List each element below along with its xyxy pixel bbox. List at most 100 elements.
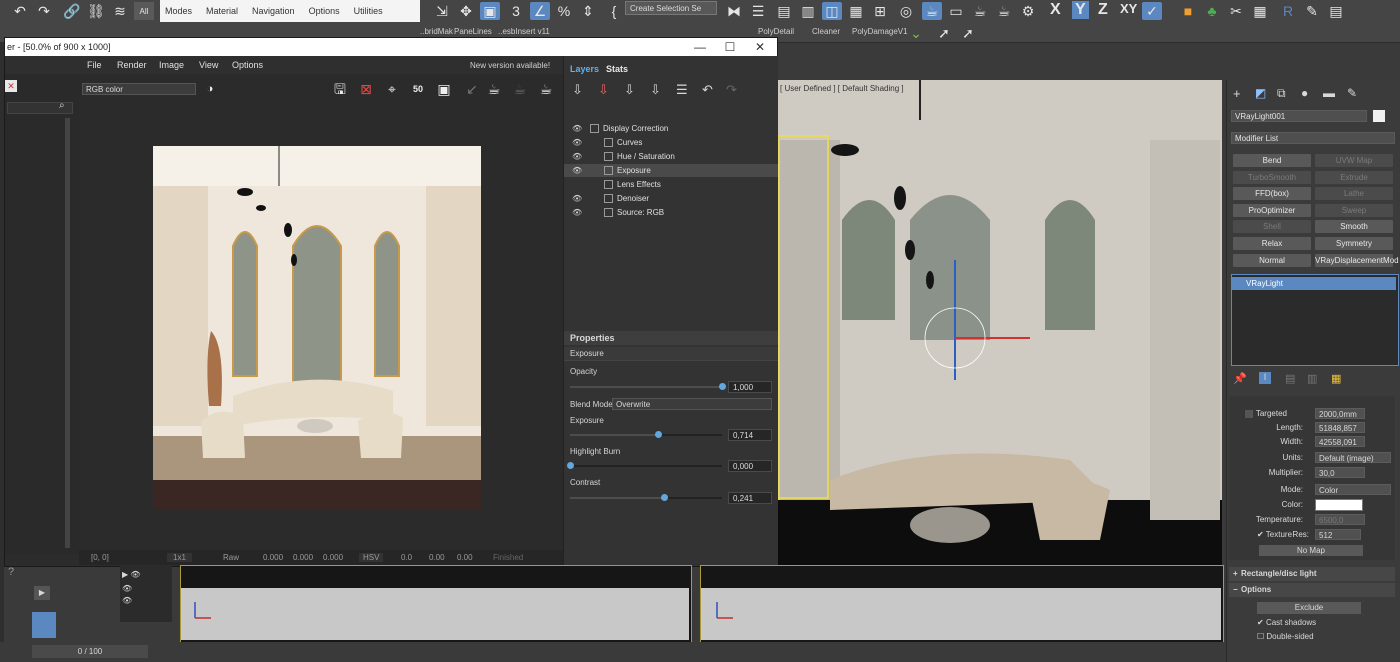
motion-tab-icon[interactable]: ● xyxy=(1301,86,1308,100)
show-end-result-icon[interactable]: I xyxy=(1259,372,1271,384)
mode-select[interactable]: Color xyxy=(1315,484,1391,495)
eye-icon[interactable]: ▶ 👁 xyxy=(122,570,141,579)
bind-space-warp-icon[interactable]: ≋ xyxy=(110,2,130,20)
dope-sheet-icon[interactable]: ▦ xyxy=(846,2,866,20)
eye-icon[interactable]: 👁 xyxy=(572,122,582,135)
redo-layer-icon[interactable]: ↷ xyxy=(726,82,737,98)
options-rollout[interactable]: − Options xyxy=(1229,583,1395,597)
eye-icon[interactable]: 👁 xyxy=(122,584,132,593)
axis-constraint-icon[interactable]: ✓ xyxy=(1142,2,1162,20)
modifier-button[interactable]: FFD(box) xyxy=(1233,187,1311,201)
bottom-right-viewport[interactable] xyxy=(700,565,1224,643)
layer-row[interactable]: 👁 Exposure xyxy=(564,164,778,177)
temperature-spinner[interactable]: 6500,0 xyxy=(1315,514,1365,525)
minimize-icon[interactable]: — xyxy=(685,38,715,56)
opacity-slider[interactable] xyxy=(570,383,726,390)
channel-select[interactable]: RGB color xyxy=(82,83,196,95)
modifier-button[interactable]: Normal xyxy=(1233,253,1311,267)
help-icon[interactable]: ? xyxy=(8,566,14,578)
axis-xy-button[interactable]: XY xyxy=(1120,1,1137,16)
rc-icon[interactable]: R xyxy=(1278,2,1298,20)
eye-icon[interactable]: 👁 xyxy=(572,164,582,177)
add-layer-icon[interactable]: ⇩ xyxy=(572,82,583,98)
render-teapot-icon[interactable]: ☕ xyxy=(970,2,990,20)
delete-layer-icon[interactable]: ⇩ xyxy=(598,82,609,98)
render-frame-icon[interactable]: ▭ xyxy=(946,2,966,20)
eye-icon[interactable]: 👁 xyxy=(572,136,582,149)
utilities-tab-icon[interactable]: ✎ xyxy=(1347,86,1357,100)
ribbon-tab-2[interactable]: PaneLines xyxy=(454,27,492,36)
railclone-icon[interactable]: ♣ xyxy=(1202,2,1222,20)
ribbon-tab-3[interactable]: ..esbInsert v11 xyxy=(498,27,550,36)
menu-utilities[interactable]: Utilities xyxy=(354,6,383,16)
layer-row[interactable]: 👁 Curves xyxy=(564,136,778,149)
modify-tab-icon[interactable]: ◩ xyxy=(1255,86,1266,100)
cursor-add-icon[interactable]: ➚ xyxy=(958,24,978,42)
modifier-button[interactable]: Bend xyxy=(1233,154,1311,167)
close-history-icon[interactable]: ✕ xyxy=(5,80,17,92)
exposure-slider-knob[interactable] xyxy=(655,431,663,438)
ribbon-tab-1[interactable]: ..bridMak xyxy=(420,27,453,36)
menu-options[interactable]: Options xyxy=(232,60,263,70)
selection-filter-dropdown[interactable]: All xyxy=(134,2,154,20)
new-version-link[interactable]: New version available! xyxy=(470,61,550,70)
width-spinner[interactable]: 42558,091 xyxy=(1315,436,1365,447)
grid-icon[interactable]: ▦ xyxy=(1250,2,1270,20)
named-selection-icon[interactable]: { xyxy=(604,2,624,20)
axis-x-button[interactable]: X xyxy=(1050,1,1061,19)
script-icon[interactable]: ✎ xyxy=(1302,2,1322,20)
save-icon[interactable]: 🖫 xyxy=(331,80,349,98)
modifier-button[interactable]: ProOptimizer xyxy=(1233,203,1311,217)
search-icon[interactable]: ⌕ xyxy=(59,100,65,111)
select-icon[interactable]: ⇲ xyxy=(432,2,452,20)
layer-row[interactable]: 👁 Source: RGB xyxy=(564,206,778,219)
layer-row[interactable]: 👁 Denoiser xyxy=(564,192,778,205)
ribbon-tab-cleaner[interactable]: Cleaner xyxy=(812,27,840,36)
multiplier-spinner[interactable]: 30,0 xyxy=(1315,467,1365,478)
render-active-icon[interactable]: ☕ xyxy=(994,2,1014,20)
display-tab-icon[interactable]: ▬ xyxy=(1323,86,1335,100)
viewport-label[interactable]: [ User Defined ] [ Default Shading ] xyxy=(780,84,904,93)
render-setup-icon[interactable]: ☕ xyxy=(922,2,942,20)
layer-row[interactable]: 👁 Hue / Saturation xyxy=(564,150,778,163)
redo-icon[interactable]: ↷ xyxy=(34,2,54,20)
layer-list-icon[interactable]: ☰ xyxy=(676,82,688,98)
modifier-button[interactable]: Relax xyxy=(1233,237,1311,250)
tab-layers[interactable]: Layers xyxy=(570,64,599,74)
save-layers-icon[interactable]: ⇩ xyxy=(624,82,635,98)
no-map-button[interactable]: No Map xyxy=(1259,545,1363,556)
percent-snap-icon[interactable]: % xyxy=(554,2,574,20)
opacity-spinner[interactable]: 1,000 xyxy=(728,381,772,393)
modifier-button[interactable]: TurboSmooth xyxy=(1233,170,1311,184)
snap-3d-icon[interactable]: 3 xyxy=(506,2,526,20)
hierarchy-tab-icon[interactable]: ⧉ xyxy=(1277,86,1286,101)
eye-icon[interactable]: 👁 xyxy=(572,192,582,205)
pixel-ratio-select[interactable]: 1x1 xyxy=(167,553,192,562)
highlight-burn-slider-knob[interactable] xyxy=(567,462,574,469)
menu-render[interactable]: Render xyxy=(117,60,147,70)
list-icon[interactable]: ▤ xyxy=(1326,2,1346,20)
undo-layer-icon[interactable]: ↶ xyxy=(702,82,713,98)
eye-icon[interactable]: 👁 xyxy=(572,150,582,163)
time-slider[interactable]: 0 / 100 xyxy=(32,645,148,658)
menu-image[interactable]: Image xyxy=(159,60,184,70)
track-mouse-icon[interactable]: ▣ xyxy=(435,80,453,98)
layer-row[interactable]: 👁 Display Correction xyxy=(564,122,778,135)
load-layers-icon[interactable]: ⇩ xyxy=(650,82,661,98)
zoom-badge[interactable]: 50 xyxy=(409,80,427,98)
pick-icon[interactable]: ↙ xyxy=(463,80,481,98)
render-teapot-icon[interactable]: ☕ xyxy=(485,80,503,98)
unlink-icon[interactable]: ⛓ xyxy=(86,2,106,20)
close-icon[interactable]: ✕ xyxy=(745,38,775,56)
modifier-button[interactable]: UVW Map xyxy=(1315,154,1393,167)
create-tab-icon[interactable]: + xyxy=(1233,86,1241,101)
bottom-left-viewport[interactable] xyxy=(180,565,692,643)
vfb-canvas[interactable] xyxy=(79,104,563,550)
remove-modifier-icon[interactable]: ▥ xyxy=(1307,372,1317,385)
modifier-list-select[interactable]: Modifier List xyxy=(1231,132,1395,144)
perspective-viewport[interactable] xyxy=(770,80,1222,595)
interactive-render-icon[interactable]: ☕ xyxy=(537,80,555,98)
modifier-button[interactable]: Sweep xyxy=(1315,203,1393,217)
cast-shadows-checkbox[interactable]: ✔ Cast shadows xyxy=(1257,618,1316,627)
viewport-layout-icon[interactable] xyxy=(32,612,56,638)
